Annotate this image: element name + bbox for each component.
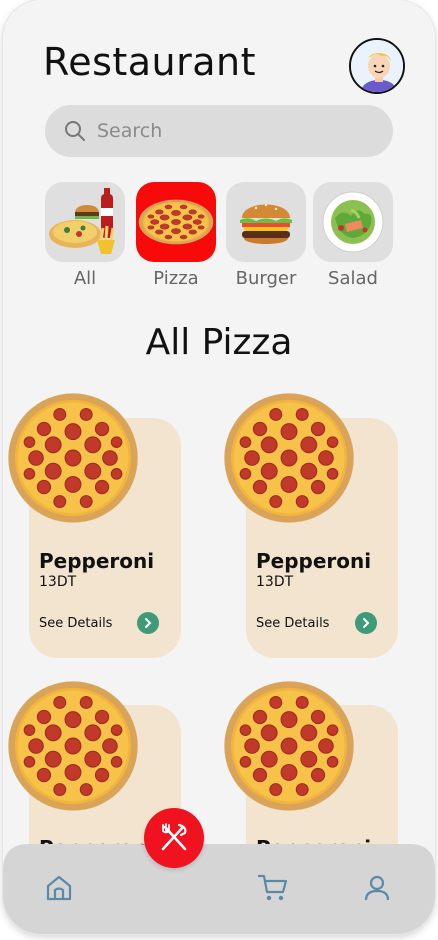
burger-icon bbox=[240, 203, 292, 244]
pizza-icon bbox=[138, 199, 214, 245]
category-pizza-image bbox=[136, 182, 216, 262]
pizza-image bbox=[223, 392, 355, 524]
product-name: Pepperoni bbox=[39, 549, 155, 573]
category-salad[interactable]: Salad bbox=[313, 182, 393, 289]
salad-icon bbox=[322, 191, 384, 253]
search-bar[interactable] bbox=[45, 105, 393, 157]
avatar[interactable] bbox=[349, 38, 405, 94]
category-label: Pizza bbox=[153, 268, 199, 289]
app-screen: Restaurant Search All Pizza Burger Salad… bbox=[3, 0, 435, 934]
category-salad-image bbox=[313, 182, 393, 262]
category-label: Salad bbox=[328, 268, 378, 289]
category-label: Burger bbox=[235, 268, 297, 289]
combo-meal-icon bbox=[49, 188, 115, 254]
profile-icon[interactable] bbox=[361, 872, 393, 904]
category-all-image bbox=[45, 182, 125, 262]
home-icon[interactable] bbox=[43, 872, 75, 904]
pizza-image bbox=[7, 392, 139, 524]
category-label: All bbox=[73, 268, 97, 289]
product-price: 13DT bbox=[39, 574, 77, 590]
product-price: 13DT bbox=[256, 574, 294, 590]
pizza-image bbox=[7, 680, 139, 812]
category-list: All Pizza Burger Salad bbox=[3, 182, 435, 292]
section-title: All Pizza bbox=[145, 322, 293, 363]
search-icon bbox=[65, 121, 85, 141]
see-details-link[interactable]: See Details bbox=[39, 616, 112, 631]
bottom-nav bbox=[3, 842, 435, 934]
pizza-image bbox=[223, 680, 355, 812]
cart-icon[interactable] bbox=[257, 872, 289, 904]
menu-fab-button[interactable] bbox=[144, 808, 204, 868]
page-title: Restaurant bbox=[43, 40, 257, 84]
user-avatar-icon bbox=[351, 40, 403, 92]
details-button[interactable] bbox=[355, 612, 377, 634]
details-button[interactable] bbox=[137, 612, 159, 634]
product-name: Pepperoni bbox=[256, 549, 372, 573]
chevron-right-icon bbox=[145, 618, 152, 628]
see-details-link[interactable]: See Details bbox=[256, 616, 329, 631]
search-input[interactable] bbox=[97, 120, 357, 142]
category-burger-image bbox=[226, 182, 306, 262]
category-burger[interactable]: Burger bbox=[226, 182, 306, 289]
fork-knife-icon bbox=[161, 823, 187, 851]
chevron-right-icon bbox=[363, 618, 370, 628]
category-pizza[interactable]: Pizza bbox=[136, 182, 216, 289]
category-all[interactable]: All bbox=[45, 182, 125, 289]
